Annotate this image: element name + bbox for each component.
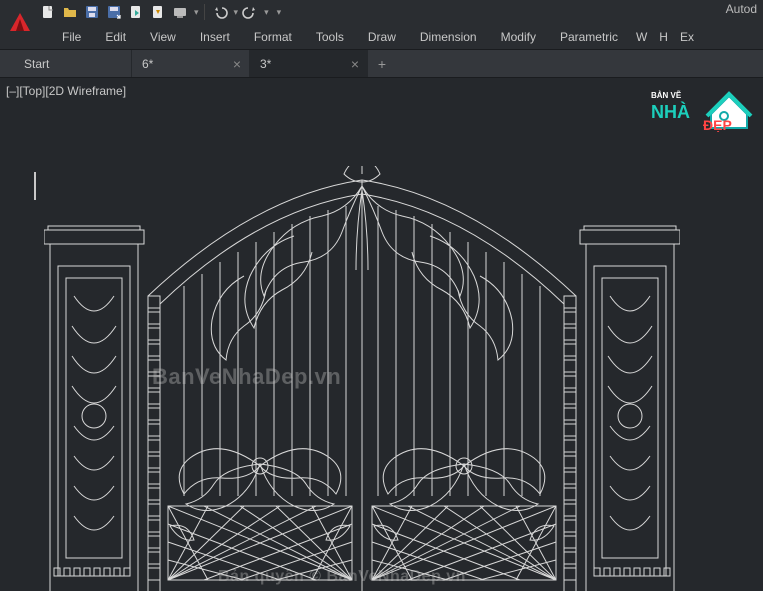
qat-undo-caret[interactable]: ▾ <box>234 7 239 18</box>
viewport-cursor-mark <box>34 172 36 200</box>
viewport-label[interactable]: [–][Top][2D Wireframe] <box>6 84 126 98</box>
gate-frame <box>148 180 576 591</box>
qat-new-button[interactable] <box>38 2 58 22</box>
svg-text:BẢN VẼ: BẢN VẼ <box>651 91 682 100</box>
tab-add-button[interactable]: + <box>368 50 396 77</box>
qat-save-button[interactable] <box>82 2 102 22</box>
menu-edit[interactable]: Edit <box>93 24 138 49</box>
new-icon <box>40 4 56 20</box>
qat-redo-button[interactable] <box>240 2 260 22</box>
menu-bar: File Edit View Insert Format Tools Draw … <box>0 24 763 50</box>
qat-export-button[interactable] <box>148 2 168 22</box>
lattice-left <box>168 506 352 580</box>
menu-draw[interactable]: Draw <box>356 24 408 49</box>
menu-tools[interactable]: Tools <box>304 24 356 49</box>
close-icon[interactable]: × <box>233 56 241 72</box>
window-title: Autod <box>726 2 757 16</box>
qat-open-button[interactable] <box>60 2 80 22</box>
menu-file[interactable]: File <box>50 24 93 49</box>
qat-plot-caret[interactable]: ▾ <box>194 7 199 18</box>
qat-plot-button[interactable] <box>170 2 190 22</box>
menu-express[interactable]: Ex <box>674 24 700 49</box>
close-icon[interactable]: × <box>351 56 359 72</box>
gate-drawing <box>44 166 680 591</box>
menu-dimension[interactable]: Dimension <box>408 24 489 49</box>
menu-modify[interactable]: Modify <box>489 24 548 49</box>
tab-label: Start <box>24 57 49 71</box>
tab-label: 3* <box>260 57 271 71</box>
menu-format[interactable]: Format <box>242 24 304 49</box>
right-pillar <box>580 226 680 591</box>
qat-undo-button[interactable] <box>210 2 230 22</box>
drawing-canvas[interactable]: [–][Top][2D Wireframe] <box>0 78 763 591</box>
saveas-icon <box>106 4 122 20</box>
left-pillar <box>44 226 144 591</box>
svg-text:NHÀ: NHÀ <box>651 101 690 122</box>
menu-insert[interactable]: Insert <box>188 24 242 49</box>
lower-floral-left <box>179 449 341 511</box>
lattice-right <box>372 506 556 580</box>
qat-redo-caret[interactable]: ▾ <box>264 7 269 18</box>
tab-start[interactable]: Start <box>14 50 132 77</box>
menu-view[interactable]: View <box>138 24 188 49</box>
site-logo-overlay: BẢN VẼ NHÀ ĐẸP <box>649 84 759 132</box>
undo-icon <box>212 4 228 20</box>
redo-icon <box>242 4 258 20</box>
menu-help[interactable]: H <box>653 24 674 49</box>
open-icon <box>62 4 78 20</box>
qat-saveas-button[interactable] <box>104 2 124 22</box>
import-icon <box>128 4 144 20</box>
qat-separator <box>204 4 205 20</box>
export-icon <box>150 4 166 20</box>
plot-icon <box>172 4 188 20</box>
save-icon <box>84 4 100 20</box>
title-bar: ▾ ▾ ▾ ▾ Autod <box>0 0 763 24</box>
tab-3[interactable]: 3* × <box>250 50 368 77</box>
menu-parametric[interactable]: Parametric <box>548 24 630 49</box>
app-logo <box>6 11 34 33</box>
qat-customize-caret[interactable]: ▾ <box>277 7 282 18</box>
document-tab-bar: Start 6* × 3* × + <box>0 50 763 78</box>
svg-text:ĐẸP: ĐẸP <box>703 117 732 132</box>
tab-label: 6* <box>142 57 153 71</box>
lower-floral-right <box>383 449 545 511</box>
menu-window[interactable]: W <box>630 24 653 49</box>
tab-6[interactable]: 6* × <box>132 50 250 77</box>
qat-import-button[interactable] <box>126 2 146 22</box>
quick-access-toolbar: ▾ ▾ ▾ ▾ <box>38 2 281 22</box>
